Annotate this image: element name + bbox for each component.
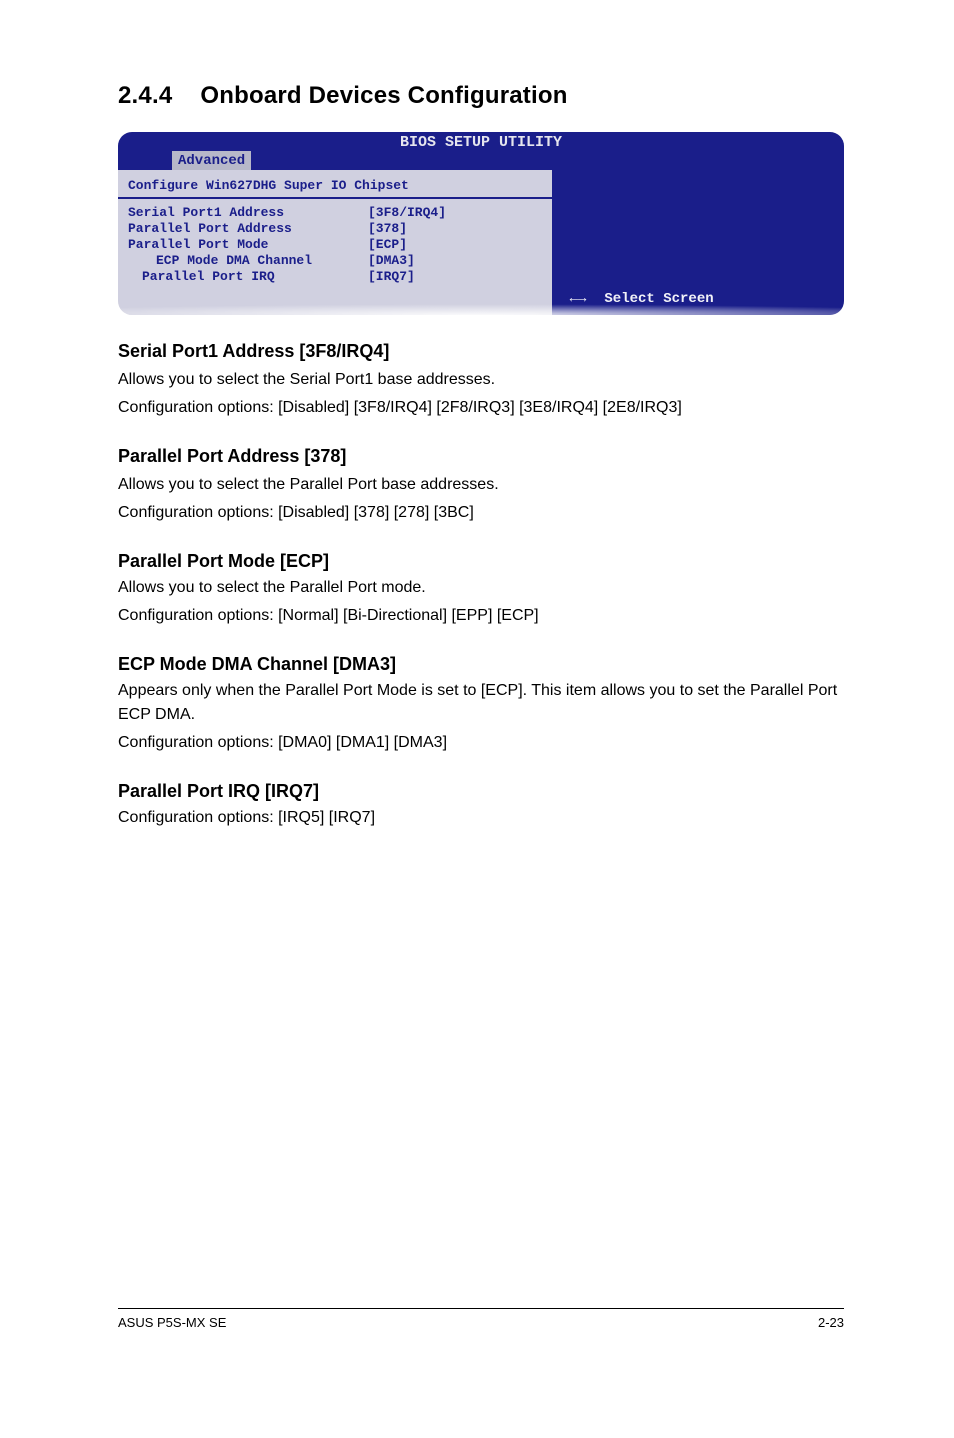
bios-label: Parallel Port IRQ [128,269,368,285]
section-number: 2.4.4 [118,82,172,110]
bios-row-parallel-port-address: Parallel Port Address [378] [128,221,542,237]
heading-ecp-mode-dma: ECP Mode DMA Channel [DMA3] [118,654,844,675]
bios-label: ECP Mode DMA Channel [128,253,368,269]
footer-page-number: 2-23 [818,1315,844,1330]
para-ecp-mode-dma-desc: Appears only when the Parallel Port Mode… [118,679,844,727]
bios-row-parallel-port-mode: Parallel Port Mode [ECP] [128,237,542,253]
para-serial-port1-options: Configuration options: [Disabled] [3F8/I… [118,396,844,420]
footer-product: ASUS P5S-MX SE [118,1315,226,1330]
bios-tab-advanced: Advanced [172,151,251,170]
page-footer: ASUS P5S-MX SE 2-23 [118,1308,844,1330]
bios-utility-title: BIOS SETUP UTILITY [400,134,562,151]
bios-value: [IRQ7] [368,269,542,285]
para-serial-port1-desc: Allows you to select the Serial Port1 ba… [118,368,844,392]
bios-value: [3F8/IRQ4] [368,205,542,221]
bios-label: Parallel Port Address [128,221,368,237]
heading-parallel-port-mode: Parallel Port Mode [ECP] [118,551,844,572]
bios-header: BIOS SETUP UTILITY Advanced [118,132,844,170]
para-parallel-port-address-options: Configuration options: [Disabled] [378] … [118,501,844,525]
para-parallel-port-mode-desc: Allows you to select the Parallel Port m… [118,576,844,600]
document-page: 2.4.4 Onboard Devices Configuration BIOS … [0,0,954,1360]
select-screen-label: Select Screen [604,291,713,307]
para-parallel-port-mode-options: Configuration options: [Normal] [Bi-Dire… [118,604,844,628]
bios-label: Parallel Port Mode [128,237,368,253]
bios-row-serial-port1: Serial Port1 Address [3F8/IRQ4] [128,205,542,221]
bios-body: Configure Win627DHG Super IO Chipset Ser… [118,170,844,315]
heading-parallel-port-irq: Parallel Port IRQ [IRQ7] [118,781,844,802]
bios-label: Serial Port1 Address [128,205,368,221]
para-ecp-mode-dma-options: Configuration options: [DMA0] [DMA1] [DM… [118,731,844,755]
heading-parallel-port-address: Parallel Port Address [378] [118,446,844,467]
left-right-arrow-icon: ←→ [570,291,587,307]
bios-left-panel: Configure Win627DHG Super IO Chipset Ser… [118,170,554,315]
bios-row-parallel-port-irq: Parallel Port IRQ [IRQ7] [128,269,542,285]
bios-row-ecp-dma-channel: ECP Mode DMA Channel [DMA3] [128,253,542,269]
bios-right-panel: ←→ Select Screen [554,170,844,315]
para-parallel-port-irq-options: Configuration options: [IRQ5] [IRQ7] [118,806,844,830]
section-title-text: Onboard Devices Configuration [200,82,567,109]
heading-serial-port1-address: Serial Port1 Address [3F8/IRQ4] [118,341,844,362]
bios-panel-title: Configure Win627DHG Super IO Chipset [118,176,552,199]
section-title: 2.4.4 Onboard Devices Configuration [118,82,844,110]
bios-value: [DMA3] [368,253,542,269]
para-parallel-port-address-desc: Allows you to select the Parallel Port b… [118,473,844,497]
bios-value: [378] [368,221,542,237]
bios-screenshot: BIOS SETUP UTILITY Advanced Configure Wi… [118,132,844,315]
bios-settings-list: Serial Port1 Address [3F8/IRQ4] Parallel… [118,199,552,285]
bios-select-screen: ←→ Select Screen [570,291,714,307]
bios-value: [ECP] [368,237,542,253]
